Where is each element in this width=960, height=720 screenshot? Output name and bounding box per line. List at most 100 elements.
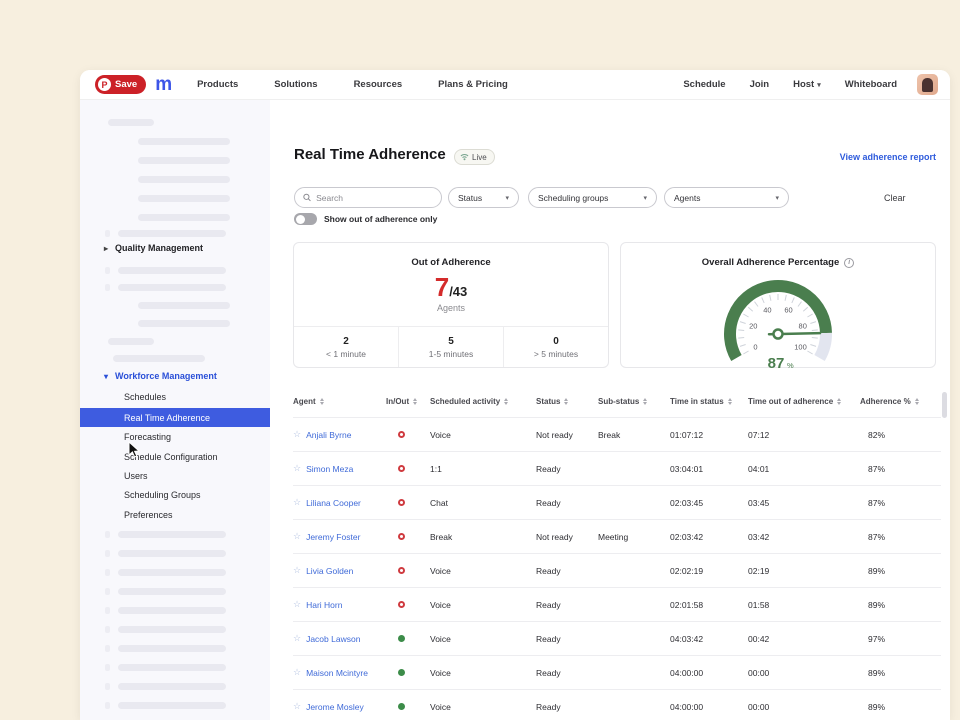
agent-name-link[interactable]: Simon Meza (306, 464, 353, 474)
skeleton-bar (118, 569, 226, 576)
clear-filters-button[interactable]: Clear (884, 193, 906, 203)
column-header-in-out[interactable]: In/Out (386, 397, 430, 406)
gauge-chart: 02040608010087% (678, 270, 878, 373)
star-icon[interactable]: ☆ (293, 429, 301, 440)
nav-item-resources[interactable]: Resources (354, 79, 403, 90)
star-icon[interactable]: ☆ (293, 531, 301, 542)
skeleton-bar (138, 176, 230, 183)
sort-icon[interactable] (413, 398, 417, 405)
table-row[interactable]: ☆Jerome MosleyVoiceReady04:00:0000:0089% (293, 689, 941, 720)
cell-adherence: 87% (860, 464, 941, 474)
column-label: Adherence % (860, 397, 911, 406)
agent-name-link[interactable]: Liliana Cooper (306, 498, 361, 508)
nav-item-join[interactable]: Join (750, 79, 770, 90)
column-header-time-in-status[interactable]: Time in status (670, 397, 748, 406)
nav-item-schedule[interactable]: Schedule (683, 79, 725, 90)
column-header-time-out-of-adherence[interactable]: Time out of adherence (748, 397, 860, 406)
column-header-adherence[interactable]: Adherence % (860, 397, 941, 406)
column-header-scheduled-activity[interactable]: Scheduled activity (430, 397, 536, 406)
nav-item-products[interactable]: Products (197, 79, 238, 90)
table-row[interactable]: ☆Maison McintyreVoiceReady04:00:0000:008… (293, 655, 941, 689)
table-row[interactable]: ☆Hari HornVoiceReady02:01:5801:5889% (293, 587, 941, 621)
user-avatar[interactable] (917, 74, 938, 95)
sort-icon[interactable] (728, 398, 732, 405)
sort-icon[interactable] (504, 398, 508, 405)
cell-adherence: 87% (860, 532, 941, 542)
cell-inout (386, 566, 430, 576)
sort-icon[interactable] (564, 398, 568, 405)
agent-name-link[interactable]: Livia Golden (306, 566, 353, 576)
scrollbar-thumb[interactable] (942, 392, 947, 418)
skeleton-bar (118, 284, 226, 291)
nav-item-plans-pricing[interactable]: Plans & Pricing (438, 79, 508, 90)
scheduling-groups-dropdown-label: Scheduling groups (538, 193, 608, 203)
skeleton-bar (108, 338, 154, 345)
cell-scheduled-activity: 1:1 (430, 464, 536, 474)
column-header-status[interactable]: Status (536, 397, 598, 406)
table-row[interactable]: ☆Jeremy FosterBreakNot readyMeeting02:03… (293, 519, 941, 553)
skeleton-bar (118, 683, 226, 690)
agent-name-link[interactable]: Anjali Byrne (306, 430, 351, 440)
star-icon[interactable]: ☆ (293, 497, 301, 508)
sort-icon[interactable] (320, 398, 324, 405)
sidebar-item-users[interactable]: Users (124, 471, 148, 481)
cell-time-in-status: 02:02:19 (670, 566, 748, 576)
star-icon[interactable]: ☆ (293, 633, 301, 644)
column-header-agent[interactable]: Agent (293, 397, 386, 406)
search-field[interactable] (294, 187, 442, 208)
skeleton-bar (118, 645, 226, 652)
sidebar-item-scheduling-groups[interactable]: Scheduling Groups (124, 490, 201, 500)
nav-item-host[interactable]: Host▾ (793, 79, 821, 90)
agents-dropdown[interactable]: Agents ▾ (664, 187, 789, 208)
chevron-down-icon: ▾ (775, 194, 779, 202)
view-adherence-report-link[interactable]: View adherence report (840, 152, 936, 162)
table-row[interactable]: ☆Livia GoldenVoiceReady02:02:1902:1989% (293, 553, 941, 587)
breakdown-col-1-5-minutes: 51-5 minutes (398, 327, 503, 367)
agent-name-link[interactable]: Hari Horn (306, 600, 342, 610)
scheduling-groups-dropdown[interactable]: Scheduling groups ▾ (528, 187, 657, 208)
cell-status: Ready (536, 566, 598, 576)
live-label: Live (472, 153, 487, 162)
table-row[interactable]: ☆Simon Meza1:1Ready03:04:0104:0187% (293, 451, 941, 485)
column-label: Status (536, 397, 560, 406)
status-dropdown[interactable]: Status ▾ (448, 187, 519, 208)
pinterest-save-button[interactable]: P Save (95, 75, 146, 94)
sort-icon[interactable] (643, 398, 647, 405)
star-icon[interactable]: ☆ (293, 599, 301, 610)
agent-name-link[interactable]: Jerome Mosley (306, 702, 364, 712)
skeleton-chevron (105, 702, 110, 709)
star-icon[interactable]: ☆ (293, 463, 301, 474)
table-row[interactable]: ☆Anjali ByrneVoiceNot readyBreak01:07:12… (293, 417, 941, 451)
breakdown-label: < 1 minute (326, 349, 366, 359)
star-icon[interactable]: ☆ (293, 701, 301, 712)
miro-logo[interactable]: m (155, 75, 171, 94)
nav-item-solutions[interactable]: Solutions (274, 79, 317, 90)
out-of-adherence-dot-icon (398, 465, 405, 472)
agents-dropdown-label: Agents (674, 193, 700, 203)
sidebar-item-real-time-adherence[interactable]: Real Time Adherence (80, 408, 270, 427)
breakdown-value: 2 (343, 336, 349, 347)
star-icon[interactable]: ☆ (293, 667, 301, 678)
svg-text:60: 60 (784, 306, 792, 315)
sidebar-item-schedules[interactable]: Schedules (124, 392, 166, 402)
column-header-sub-status[interactable]: Sub-status (598, 397, 670, 406)
cell-agent: ☆ Simon Meza (293, 463, 386, 474)
out-of-adherence-dot-icon (398, 499, 405, 506)
sort-icon[interactable] (837, 398, 841, 405)
sort-icon[interactable] (915, 398, 919, 405)
sidebar-item-preferences[interactable]: Preferences (124, 510, 173, 520)
page-title: Real Time Adherence (294, 146, 446, 163)
agent-name-link[interactable]: Jacob Lawson (306, 634, 360, 644)
sidebar-item-workforce-management[interactable]: ▾ Workforce Management (104, 371, 217, 381)
table-row[interactable]: ☆Jacob LawsonVoiceReady04:03:4200:4297% (293, 621, 941, 655)
nav-item-whiteboard[interactable]: Whiteboard (845, 79, 897, 90)
agent-name-link[interactable]: Jeremy Foster (306, 532, 360, 542)
search-input[interactable] (316, 193, 433, 203)
sidebar-item-quality-management[interactable]: ▸ Quality Management (104, 243, 203, 253)
agent-name-link[interactable]: Maison Mcintyre (306, 668, 368, 678)
star-icon[interactable]: ☆ (293, 565, 301, 576)
info-icon[interactable]: i (844, 258, 854, 268)
show-out-of-adherence-toggle[interactable] (294, 213, 317, 225)
table-row[interactable]: ☆Liliana CooperChatReady02:03:4503:4587% (293, 485, 941, 519)
cell-agent: ☆ Jerome Mosley (293, 701, 386, 712)
